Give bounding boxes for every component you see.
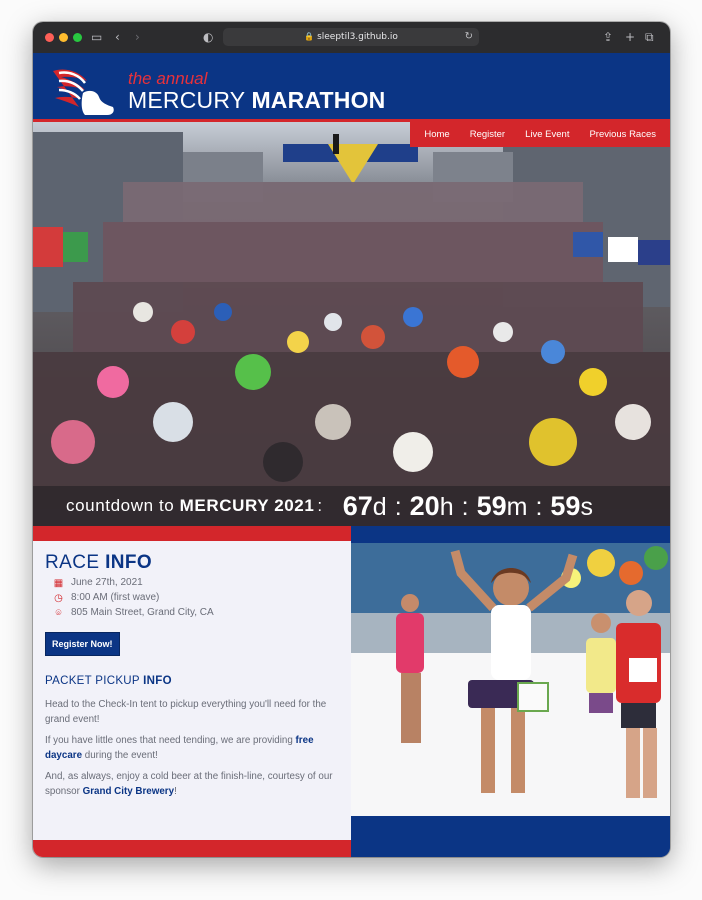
photo-bottom-bar xyxy=(351,840,670,857)
clock-icon: ◷ xyxy=(54,592,63,604)
countdown-label-light: countdown to xyxy=(66,496,175,515)
packet-paragraph-1: Head to the Check-In tent to pickup ever… xyxy=(45,699,327,725)
close-window-button[interactable] xyxy=(45,33,54,42)
browser-toolbar: ▭ ‹ › ◐ 🔒 sleeptil3.github.io ↻ ⇪ + ⧉ xyxy=(33,22,670,53)
race-info-heading-light: RACE xyxy=(45,552,100,573)
race-address-text: 805 Main Street, Grand City, CA xyxy=(71,607,214,618)
reload-icon[interactable]: ↻ xyxy=(465,28,473,46)
main-nav: Home Register Live Event Previous Races xyxy=(410,122,670,147)
countdown-seconds: 59 xyxy=(550,490,581,521)
packet-heading-bold: INFO xyxy=(143,675,172,687)
daycare-text-before: If you have little ones that need tendin… xyxy=(45,735,293,746)
nav-live-event[interactable]: Live Event xyxy=(515,122,579,147)
winged-foot-logo-icon[interactable] xyxy=(45,63,117,119)
countdown-separator: : xyxy=(461,492,469,521)
countdown-minutes-unit: m xyxy=(506,492,528,521)
race-date: ▦ June 27th, 2021 xyxy=(45,577,339,589)
content-section: RACE INFO ▦ June 27th, 2021 ◷ 8:00 AM (f… xyxy=(33,526,670,857)
panel-top-bar xyxy=(33,526,351,541)
daycare-text-after: during the event! xyxy=(84,750,158,761)
countdown-label-bold: MERCURY 2021 xyxy=(179,496,315,515)
maximize-window-button[interactable] xyxy=(73,33,82,42)
page-backdrop: ▭ ‹ › ◐ 🔒 sleeptil3.github.io ↻ ⇪ + ⧉ the… xyxy=(0,0,702,900)
countdown-label-colon: : xyxy=(317,496,323,515)
packet-heading-light: PACKET PICKUP xyxy=(45,675,140,687)
new-tab-icon[interactable]: + xyxy=(625,29,635,45)
photo-top-bar xyxy=(351,526,670,543)
finishing-runner-photo xyxy=(351,543,670,816)
packet-paragraph-3: And, as always, enjoy a cold beer at the… xyxy=(45,769,339,799)
browser-window: ▭ ‹ › ◐ 🔒 sleeptil3.github.io ↻ ⇪ + ⧉ the… xyxy=(33,22,670,857)
countdown-separator: : xyxy=(535,492,543,521)
runner-photo-panel xyxy=(351,526,670,857)
race-date-text: June 27th, 2021 xyxy=(71,577,143,588)
race-address: ⌾ 805 Main Street, Grand City, CA xyxy=(45,607,339,619)
site-title-light: MERCURY xyxy=(128,87,245,113)
race-time: ◷ 8:00 AM (first wave) xyxy=(45,592,339,604)
countdown-minutes: 59 xyxy=(476,490,507,521)
countdown-bar: countdown to MERCURY 2021: 67 d : 20 h :… xyxy=(33,486,670,526)
site-logo[interactable]: the annual MERCURY MARATHON xyxy=(128,69,386,113)
grand-city-brewery-link[interactable]: Grand City Brewery xyxy=(83,786,174,797)
sponsor-text-after: ! xyxy=(174,786,177,797)
countdown-hours: 20 xyxy=(409,490,440,521)
packet-paragraph-2: If you have little ones that need tendin… xyxy=(45,733,339,763)
tabs-overview-icon[interactable]: ⧉ xyxy=(645,29,654,45)
race-info-panel: RACE INFO ▦ June 27th, 2021 ◷ 8:00 AM (f… xyxy=(33,526,351,857)
forward-arrow-icon[interactable]: › xyxy=(135,29,140,45)
hero-section: Home Register Live Event Previous Races … xyxy=(33,122,670,526)
race-time-text: 8:00 AM (first wave) xyxy=(71,592,160,603)
countdown-label: countdown to MERCURY 2021: xyxy=(66,496,323,516)
site-title-bold: MARATHON xyxy=(251,87,386,113)
countdown-timer: 67 d : 20 h : 59 m : 59 s xyxy=(343,491,601,522)
back-arrow-icon[interactable]: ‹ xyxy=(115,29,120,45)
race-info-heading: RACE INFO xyxy=(45,552,339,574)
nav-register[interactable]: Register xyxy=(460,122,515,147)
address-bar[interactable]: 🔒 sleeptil3.github.io ↻ xyxy=(223,28,479,46)
race-info-heading-bold: INFO xyxy=(105,552,153,573)
site-title: MERCURY MARATHON xyxy=(128,87,386,113)
map-pin-icon: ⌾ xyxy=(55,607,62,619)
register-now-button[interactable]: Register Now! xyxy=(45,632,120,656)
share-icon[interactable]: ⇪ xyxy=(603,29,613,45)
logo-subtitle: the annual xyxy=(128,69,208,88)
countdown-days: 67 xyxy=(342,490,373,521)
shield-icon[interactable]: ◐ xyxy=(203,29,213,45)
countdown-separator: : xyxy=(394,492,402,521)
countdown-days-unit: d xyxy=(372,492,387,521)
url-text: sleeptil3.github.io xyxy=(317,32,398,42)
marathon-crowd-photo xyxy=(33,122,670,526)
nav-home[interactable]: Home xyxy=(414,122,459,147)
calendar-icon: ▦ xyxy=(53,577,64,589)
packet-pickup-heading: PACKET PICKUP INFO xyxy=(45,675,339,687)
site-header: the annual MERCURY MARATHON xyxy=(33,53,670,122)
panel-bottom-bar xyxy=(33,840,351,857)
countdown-seconds-unit: s xyxy=(580,492,593,521)
countdown-hours-unit: h xyxy=(439,492,454,521)
nav-previous-races[interactable]: Previous Races xyxy=(579,122,666,147)
minimize-window-button[interactable] xyxy=(59,33,68,42)
sidebar-icon[interactable]: ▭ xyxy=(91,29,102,45)
lock-icon: 🔒 xyxy=(304,32,315,41)
